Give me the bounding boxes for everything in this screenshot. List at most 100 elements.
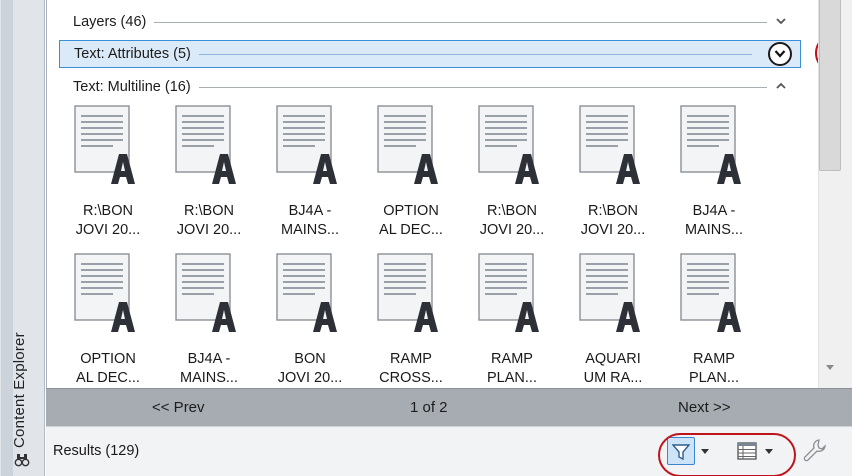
results-list: Layers (46) Text: Attributes (5) Text: M…: [46, 0, 816, 388]
item-label-line1: AQUARI: [585, 351, 641, 367]
category-label: Text: Multiline (16): [73, 79, 191, 95]
content-item[interactable]: R:\BON JOVI 20...: [566, 104, 660, 252]
item-label: R:\BON JOVI 20...: [162, 202, 256, 240]
item-label: R:\BON JOVI 20...: [465, 202, 559, 240]
divider: [198, 53, 752, 55]
item-label: OPTION AL DEC...: [364, 202, 458, 240]
item-label: BON JOVI 20...: [263, 350, 357, 388]
item-label-line2: MAINS...: [280, 222, 339, 238]
item-label-line1: R:\BON: [588, 203, 638, 219]
circle-chevron-down-icon: [774, 50, 786, 58]
content-item[interactable]: AQUARI UM RA...: [566, 252, 660, 388]
item-label: R:\BON JOVI 20...: [566, 202, 660, 240]
highlight-ring: [658, 433, 796, 476]
item-label: BJ4A - MAINS...: [263, 202, 357, 240]
vertical-scrollbar[interactable]: [818, 0, 852, 388]
mtext-document-icon: [679, 252, 743, 336]
content-item[interactable]: BJ4A - MAINS...: [667, 104, 761, 252]
chevron-down-icon[interactable]: [773, 13, 789, 29]
item-label-line1: BJ4A -: [288, 203, 332, 219]
item-label-line1: R:\BON: [184, 203, 234, 219]
content-item[interactable]: RAMP PLAN...: [465, 252, 559, 388]
item-label-line1: RAMP: [491, 351, 533, 367]
item-label-line1: RAMP: [390, 351, 432, 367]
content-item[interactable]: BJ4A - MAINS...: [162, 252, 256, 388]
divider: [198, 86, 767, 88]
item-label-line2: JOVI 20...: [479, 222, 545, 238]
item-grid: R:\BON JOVI 20... R:\BON JOVI 20... BJ4A - MA…: [59, 104, 799, 388]
item-label-line2: AL DEC...: [76, 370, 140, 386]
item-label: RAMP PLAN...: [667, 350, 761, 388]
item-label-line1: BJ4A -: [187, 351, 231, 367]
mtext-document-icon: [376, 252, 440, 336]
item-label-line1: BJ4A -: [692, 203, 736, 219]
mtext-document-icon: [477, 252, 541, 336]
item-label-line2: CROSS...: [379, 370, 443, 386]
pager-bar: << Prev 1 of 2 Next >>: [46, 388, 816, 426]
item-label-line2: PLAN...: [487, 370, 537, 386]
item-label: RAMP PLAN...: [465, 350, 559, 388]
mtext-document-icon: [73, 252, 137, 336]
mtext-document-icon: [174, 104, 238, 188]
content-item[interactable]: RAMP PLAN...: [667, 252, 761, 388]
item-label-line2: JOVI 20...: [580, 222, 646, 238]
chevron-up-icon[interactable]: [773, 78, 789, 94]
results-count: Results (129): [53, 443, 140, 459]
item-label-line1: BON: [294, 351, 326, 367]
content-item[interactable]: BON JOVI 20...: [263, 252, 357, 388]
sidebar-title: Content Explorer: [11, 332, 28, 448]
mtext-document-icon: [679, 104, 743, 188]
category-label: Layers (46): [73, 14, 147, 30]
content-item[interactable]: BJ4A - MAINS...: [263, 104, 357, 252]
scroll-down-arrow-icon[interactable]: [824, 362, 836, 372]
item-label: BJ4A - MAINS...: [667, 202, 761, 240]
item-label: AQUARI UM RA...: [566, 350, 660, 388]
page-indicator: 1 of 2: [410, 399, 448, 416]
item-label-line2: UM RA...: [583, 370, 643, 386]
mtext-document-icon: [275, 252, 339, 336]
content-item[interactable]: OPTION AL DEC...: [61, 252, 155, 388]
next-page-link[interactable]: Next >>: [678, 399, 731, 416]
category-layers[interactable]: Layers (46): [59, 8, 801, 36]
mtext-document-icon: [578, 104, 642, 188]
item-label: RAMP CROSS...: [364, 350, 458, 388]
mtext-document-icon: [578, 252, 642, 336]
item-label: R:\BON JOVI 20...: [61, 202, 155, 240]
item-label-line2: MAINS...: [179, 370, 238, 386]
content-item[interactable]: R:\BON JOVI 20...: [162, 104, 256, 252]
item-label-line1: RAMP: [693, 351, 735, 367]
content-item[interactable]: R:\BON JOVI 20...: [61, 104, 155, 252]
item-label-line2: JOVI 20...: [176, 222, 242, 238]
status-bar: Results (129): [46, 426, 852, 476]
mtext-document-icon: [275, 104, 339, 188]
item-label: BJ4A - MAINS...: [162, 350, 256, 388]
divider: [154, 21, 767, 23]
item-label-line1: OPTION: [383, 203, 439, 219]
content-explorer-panel: Layers (46) Text: Attributes (5) Text: M…: [46, 0, 852, 476]
item-label-line1: R:\BON: [487, 203, 537, 219]
mtext-document-icon: [73, 104, 137, 188]
prev-page-link[interactable]: << Prev: [152, 399, 205, 416]
item-label-line2: JOVI 20...: [277, 370, 343, 386]
category-text-attributes[interactable]: Text: Attributes (5): [59, 40, 801, 68]
item-label-line2: PLAN...: [689, 370, 739, 386]
mtext-document-icon: [376, 104, 440, 188]
item-label-line2: MAINS...: [684, 222, 743, 238]
mtext-document-icon: [174, 252, 238, 336]
category-text-multiline[interactable]: Text: Multiline (16): [59, 73, 801, 101]
content-item[interactable]: RAMP CROSS...: [364, 252, 458, 388]
binoculars-icon[interactable]: [14, 452, 30, 468]
mtext-document-icon: [477, 104, 541, 188]
item-label-line1: OPTION: [80, 351, 136, 367]
expand-toggle-button[interactable]: [768, 42, 792, 66]
item-label-line2: AL DEC...: [379, 222, 443, 238]
content-item[interactable]: OPTION AL DEC...: [364, 104, 458, 252]
scrollbar-thumb[interactable]: [819, 0, 841, 171]
item-label-line1: R:\BON: [83, 203, 133, 219]
item-label-line2: JOVI 20...: [75, 222, 141, 238]
wrench-icon[interactable]: [800, 437, 826, 463]
category-label: Text: Attributes (5): [74, 46, 191, 62]
content-item[interactable]: R:\BON JOVI 20...: [465, 104, 559, 252]
item-label: OPTION AL DEC...: [61, 350, 155, 388]
pager-bar-end: [816, 388, 852, 426]
